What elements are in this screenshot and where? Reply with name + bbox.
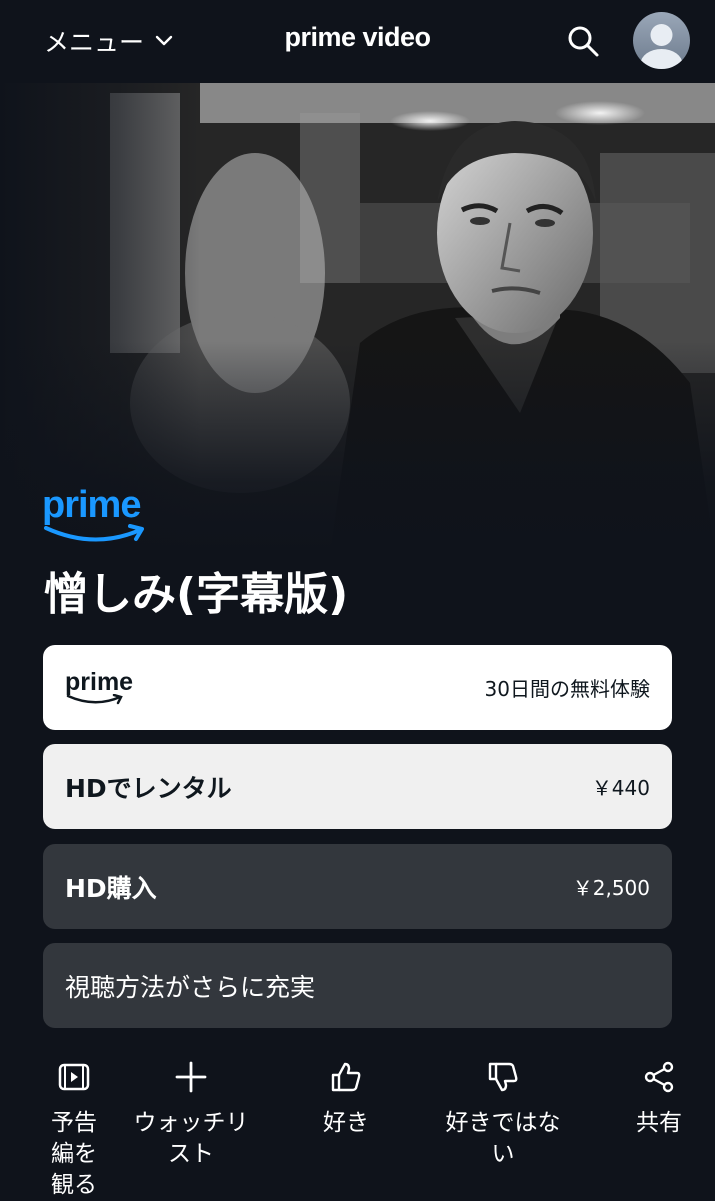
action-bar: 予告編を観る ウォッチリスト 好き 好きではない 共有 [0,1050,715,1200]
share-label: 共有 [636,1110,682,1136]
thumbs-up-icon [331,1062,361,1092]
more-ways-label: 視聴方法がさらに充実 [65,972,316,1002]
buy-hd-label: HD購入 [65,873,157,903]
trailer-icon [58,1063,90,1091]
avatar-icon [640,24,683,69]
prime-mini-text: prime [65,667,134,696]
buy-hd-price: ￥2,500 [572,876,650,900]
prime-mini-smile-icon [66,693,123,704]
watchlist-button[interactable]: ウォッチリスト [124,1060,258,1170]
prime-badge: prime [42,486,152,548]
watchlist-label: ウォッチリスト [133,1110,249,1167]
hero-image [0,83,715,553]
dislike-button[interactable]: 好きではない [436,1060,570,1170]
more-ways-button[interactable]: 視聴方法がさらに充実 [43,943,672,1028]
hero-bottom-fade [0,83,715,553]
plus-icon [175,1061,207,1093]
search-icon[interactable] [566,24,600,58]
trailer-label: 予告編を観る [51,1110,97,1198]
prime-smile-icon [44,524,144,542]
rent-hd-label: HDでレンタル [65,773,232,803]
prime-video-logo[interactable]: prime video [0,22,715,53]
prime-badge-text: prime [42,484,141,526]
prime-mini-logo: prime [65,667,134,706]
prime-trial-text: 30日間の無料体験 [484,677,650,701]
share-icon [644,1061,674,1093]
trailer-button[interactable]: 予告編を観る [44,1060,104,1201]
dislike-label: 好きではない [445,1110,561,1167]
thumbs-down-icon [488,1062,518,1092]
like-label: 好き [323,1110,369,1136]
top-bar: メニュー prime video [0,0,715,83]
buy-hd-button[interactable]: HD購入 ￥2,500 [43,844,672,929]
share-button[interactable]: 共有 [628,1060,690,1139]
prime-trial-button[interactable]: prime 30日間の無料体験 [43,645,672,730]
rent-hd-price: ￥440 [591,776,650,800]
avatar[interactable] [633,12,690,69]
like-button[interactable]: 好き [306,1060,386,1139]
movie-title: 憎しみ(字幕版) [44,569,349,620]
rent-hd-button[interactable]: HDでレンタル ￥440 [43,744,672,829]
